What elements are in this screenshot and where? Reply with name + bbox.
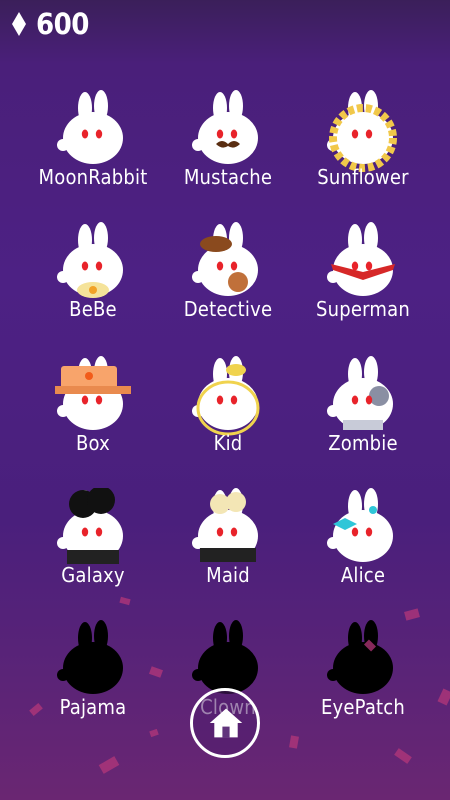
character-name: Alice [340, 563, 386, 587]
character-name: EyePatch [320, 695, 405, 719]
shard [404, 608, 420, 621]
character-name: Box [76, 431, 110, 455]
character-card-eyepatch[interactable]: EyePatch [288, 620, 438, 750]
shard [98, 756, 120, 774]
character-card-superman[interactable]: Superman [288, 222, 438, 352]
character-card-kid[interactable]: Kid [153, 356, 303, 486]
character-name: Detective [183, 297, 273, 321]
character-name: Superman [316, 297, 410, 321]
character-card-maid[interactable]: Maid [153, 488, 303, 618]
character-card-zombie[interactable]: Zombie [288, 356, 438, 486]
top-bar: 600 [0, 0, 450, 48]
character-card-box[interactable]: Box [18, 356, 168, 486]
character-name: Maid [206, 563, 250, 587]
shard [437, 688, 450, 706]
character-card-sunflower[interactable]: Sunflower [288, 90, 438, 220]
character-name: Mustache [183, 165, 273, 189]
character-name: BeBe [69, 297, 117, 321]
character-name: Sunflower [317, 165, 409, 189]
character-name: Galaxy [61, 563, 125, 587]
character-card-bebe[interactable]: BeBe [18, 222, 168, 352]
character-card-alice[interactable]: Alice [288, 488, 438, 618]
home-button[interactable] [190, 688, 260, 758]
character-card-moonrabbit[interactable]: MoonRabbit [18, 90, 168, 220]
character-card-galaxy[interactable]: Galaxy [18, 488, 168, 618]
character-name: Kid [213, 431, 243, 455]
diamond-icon [12, 12, 26, 36]
character-name: Zombie [328, 431, 398, 455]
character-name: MoonRabbit [38, 165, 148, 189]
character-card-detective[interactable]: Detective [153, 222, 303, 352]
shard [394, 748, 412, 764]
character-card-pajama[interactable]: Pajama [18, 620, 168, 750]
character-card-mustache[interactable]: Mustache [153, 90, 303, 220]
gem-count: 600 [36, 7, 89, 41]
home-icon [209, 708, 243, 738]
